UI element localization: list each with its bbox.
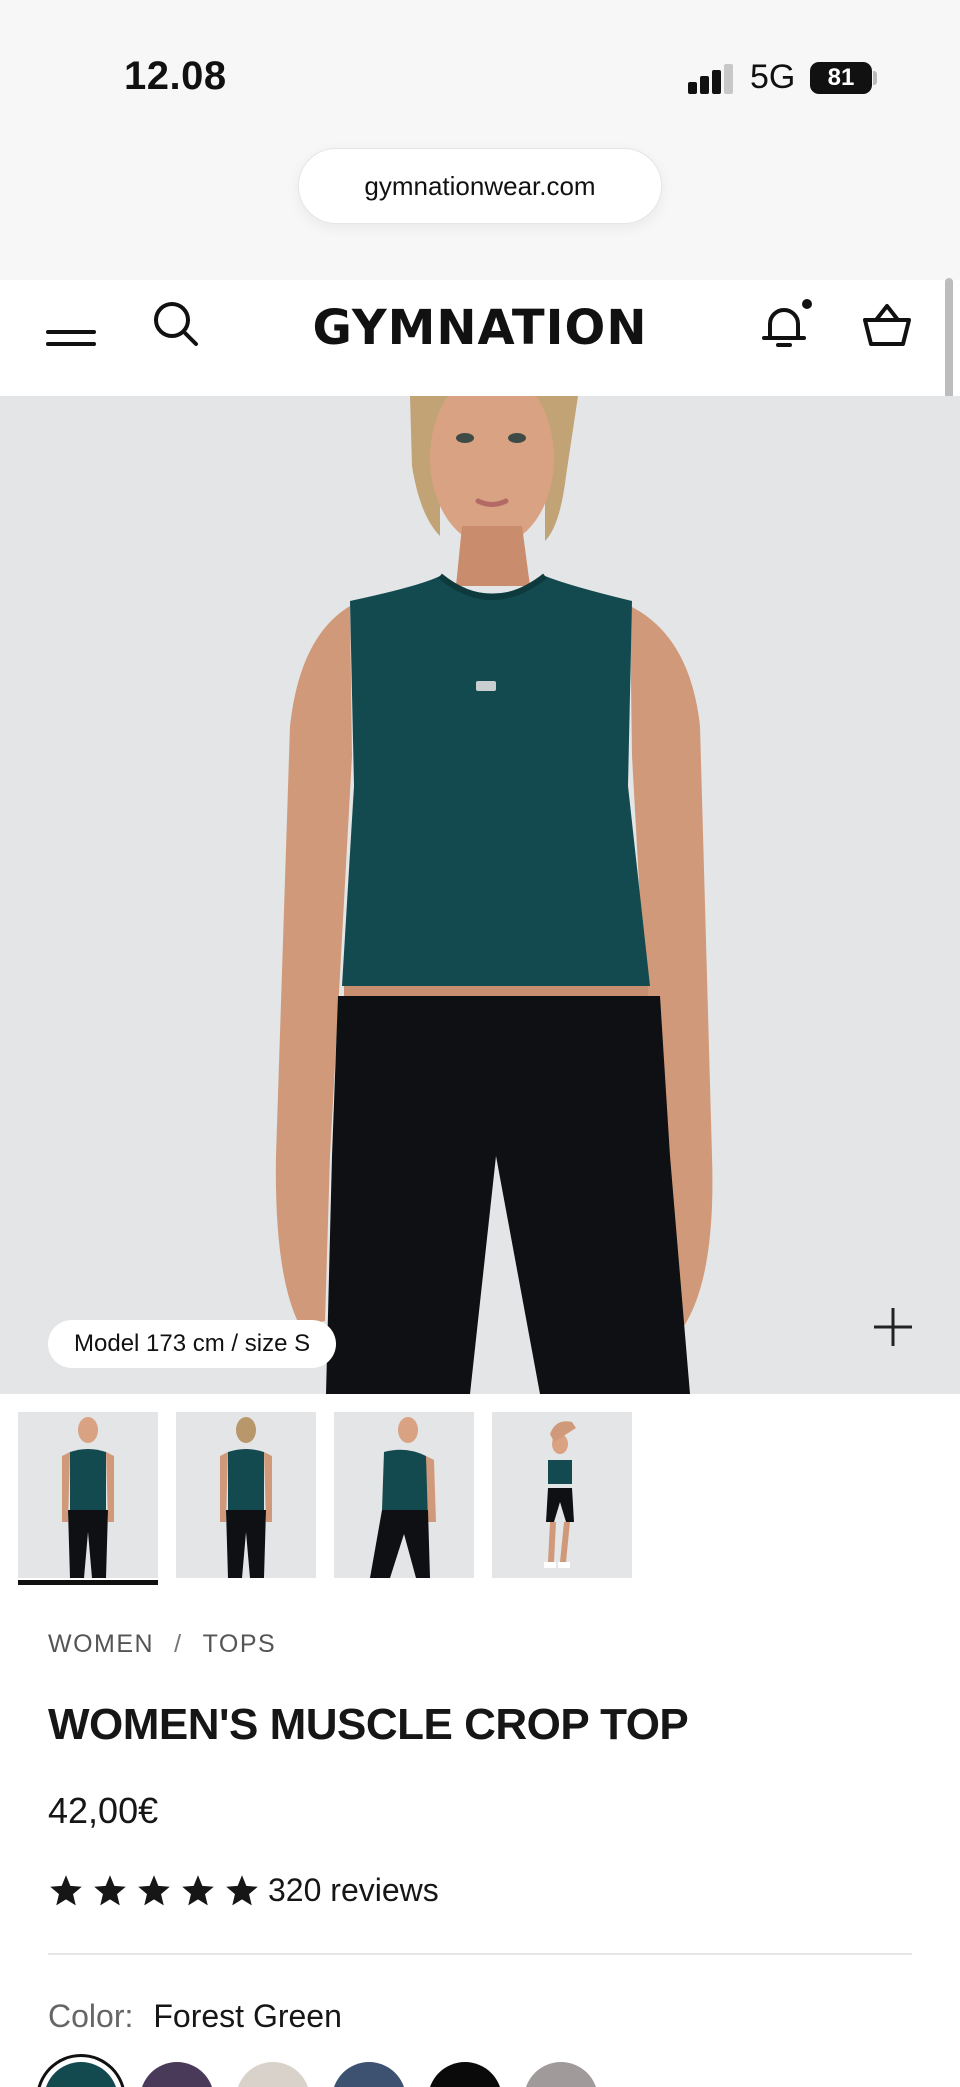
color-swatch-beige[interactable] [236,2062,310,2087]
color-swatch-taupe[interactable] [524,2062,598,2087]
breadcrumb-tops[interactable]: TOPS [203,1630,277,1659]
battery-cap [873,71,877,85]
thumbnail-strip [0,1412,960,1588]
breadcrumb: WOMEN / TOPS [48,1630,276,1659]
product-hero-image[interactable]: Model 173 cm / size S [0,396,960,1394]
color-swatch-purple[interactable] [140,2062,214,2087]
star-icon [94,1874,126,1905]
site-logo[interactable]: GYMNATION [300,300,660,356]
active-thumbnail-indicator [18,1580,158,1585]
reviews-count[interactable]: 320 reviews [268,1872,439,1909]
color-swatch-navy-blue[interactable] [332,2062,406,2087]
star-icon [138,1874,170,1905]
shopping-basket-icon[interactable] [862,302,912,348]
network-type: 5G [750,58,796,96]
model-size-tag: Model 173 cm / size S [48,1320,337,1368]
color-selector-label: Color: Forest Green [48,1998,342,2035]
star-icon [182,1874,214,1905]
breadcrumb-separator: / [174,1630,183,1658]
notification-dot [802,299,812,309]
thumbnail-front[interactable] [18,1412,158,1578]
star-icon [50,1874,82,1905]
color-swatch-black[interactable] [428,2062,502,2087]
color-swatch-forest-green[interactable] [44,2062,118,2087]
selected-color-name: Forest Green [153,1998,342,2034]
thumbnail-pose[interactable] [492,1412,632,1578]
zoom-plus-icon[interactable] [872,1306,914,1348]
search-icon[interactable] [152,300,200,348]
product-rating[interactable]: 320 reviews [48,1872,439,1909]
section-divider [48,1953,912,1955]
status-bar: 12.08 5G 81 [0,0,960,140]
model-image [275,396,713,1394]
notification-bell-icon[interactable] [758,300,810,352]
color-swatches [40,2054,960,2087]
star-icon [226,1874,258,1905]
status-time: 12.08 [124,54,227,98]
hamburger-menu-icon[interactable] [46,318,96,358]
product-title: WOMEN'S MUSCLE CROP TOP [48,1700,689,1749]
color-label: Color: [48,1998,134,2034]
cellular-signal-icon [688,62,736,94]
breadcrumb-women[interactable]: WOMEN [48,1630,154,1659]
battery-icon: 81 [810,62,872,94]
url-bar[interactable]: gymnationwear.com [298,148,662,224]
product-price: 42,00€ [48,1790,159,1831]
thumbnail-side[interactable] [334,1412,474,1578]
browser-url-area: gymnationwear.com [0,140,960,280]
rating-stars [48,1873,260,1909]
thumbnail-back[interactable] [176,1412,316,1578]
